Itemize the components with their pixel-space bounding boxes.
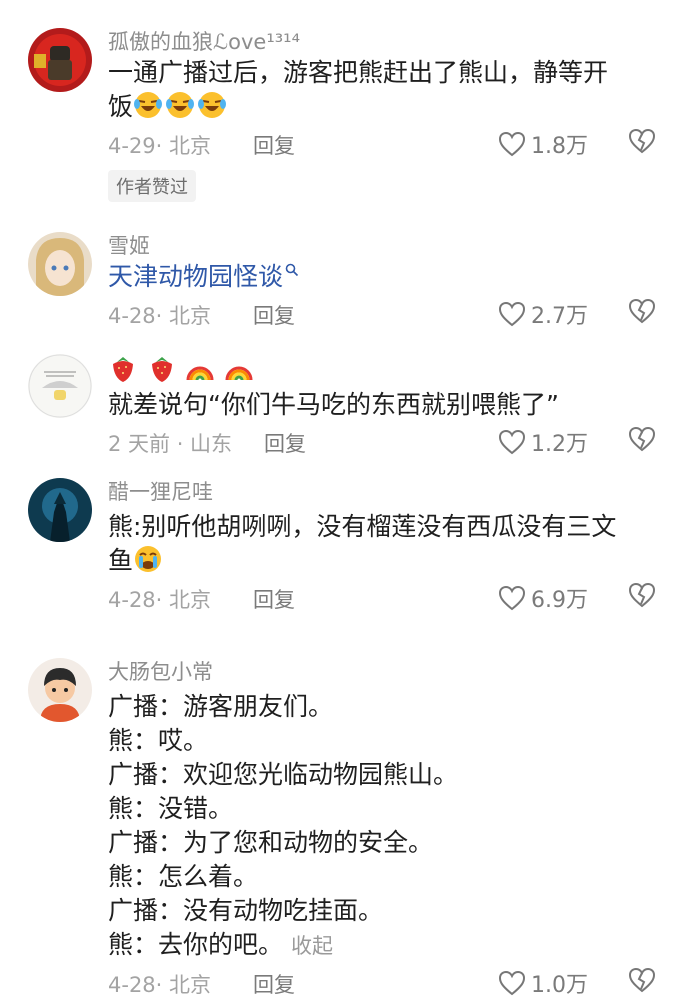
username[interactable]: 雪姬 (108, 232, 670, 260)
broken-heart-icon (628, 298, 656, 324)
search-icon (285, 263, 299, 277)
broken-heart-icon (628, 582, 656, 608)
date-location: 4-29· 北京 (108, 134, 212, 158)
strawberry-emoji-icon (108, 354, 138, 384)
username[interactable] (108, 354, 670, 382)
like-count: 1.0万 (531, 973, 588, 998)
username[interactable]: 孤傲的血狼ℒove¹³¹⁴ (108, 28, 670, 56)
laughing-crying-emoji-icon (165, 90, 195, 120)
rainbow-emoji-icon (224, 354, 254, 384)
comment-meta: 4-28· 北京 回复 6.9万 (108, 578, 670, 618)
username[interactable]: 大肠包小常 (108, 658, 670, 686)
comment-meta: 4-28· 北京 回复 2.7万 (108, 294, 670, 334)
avatar[interactable] (28, 354, 92, 418)
date-location: 4-28· 北京 (108, 304, 212, 328)
broken-heart-icon (628, 128, 656, 154)
heart-icon (498, 429, 526, 455)
like-count: 1.8万 (531, 134, 588, 159)
comment-meta: 4-29· 北京 回复 1.8万 (108, 124, 670, 164)
broken-heart-icon (628, 967, 656, 993)
like-button[interactable]: 1.8万 (498, 128, 588, 160)
avatar[interactable] (28, 232, 92, 296)
laughing-crying-emoji-icon (197, 90, 227, 120)
avatar-image (28, 354, 92, 418)
date-location: 2 天前 · 山东 (108, 432, 233, 456)
avatar[interactable] (28, 28, 92, 92)
username[interactable]: 醋一狸尼哇 (108, 478, 670, 506)
comment-text: 熊:别听他胡咧咧，没有榴莲没有西瓜没有三文 鱼 (108, 512, 617, 575)
reply-button[interactable]: 回复 (253, 130, 295, 160)
comment-meta: 4-28· 北京 回复 1.0万 (108, 963, 670, 1003)
date-location: 4-28· 北京 (108, 973, 212, 997)
heart-icon (498, 970, 526, 996)
author-liked-badge: 作者赞过 (108, 170, 196, 202)
like-count: 6.9万 (531, 588, 588, 613)
dislike-button[interactable] (628, 967, 656, 997)
comment-text: 一通广播过后，游客把熊赶出了熊山，静等开 饭 (108, 58, 609, 121)
like-button[interactable]: 2.7万 (498, 298, 588, 330)
date-location: 4-28· 北京 (108, 588, 212, 612)
laughing-crying-emoji-icon (133, 90, 163, 120)
rainbow-emoji-icon (185, 354, 215, 384)
comment-text: 广播：游客朋友们。 熊：哎。 广播：欢迎您光临动物园熊山。 熊：没错。 广播：为… (108, 692, 459, 959)
reply-button[interactable]: 回复 (264, 428, 306, 458)
comment-text: 天津动物园怪谈 (108, 260, 670, 294)
heart-icon (498, 301, 526, 327)
strawberry-emoji-icon (147, 354, 177, 384)
heart-icon (498, 131, 526, 157)
avatar-image (28, 478, 92, 542)
dislike-button[interactable] (628, 426, 656, 456)
comment-text: 就差说句“你们牛马吃的东西就别喂熊了” (108, 390, 559, 419)
like-button[interactable]: 1.2万 (498, 426, 588, 458)
dislike-button[interactable] (628, 582, 656, 612)
dislike-button[interactable] (628, 128, 656, 158)
comment-meta: 2 天前 · 山东 回复 1.2万 (108, 422, 670, 462)
reply-button[interactable]: 回复 (253, 584, 295, 614)
like-count: 1.2万 (531, 432, 588, 457)
avatar[interactable] (28, 478, 92, 542)
like-button[interactable]: 1.0万 (498, 967, 588, 999)
avatar-image (28, 658, 92, 722)
avatar-image (28, 232, 92, 296)
like-button[interactable]: 6.9万 (498, 582, 588, 614)
avatar-image (28, 28, 92, 92)
search-link[interactable]: 天津动物园怪谈 (108, 260, 670, 294)
broken-heart-icon (628, 426, 656, 452)
like-count: 2.7万 (531, 304, 588, 329)
crying-emoji-icon (133, 544, 163, 574)
reply-button[interactable]: 回复 (253, 969, 295, 999)
dislike-button[interactable] (628, 298, 656, 328)
heart-icon (498, 585, 526, 611)
avatar[interactable] (28, 658, 92, 722)
reply-button[interactable]: 回复 (253, 300, 295, 330)
collapse-button[interactable]: 收起 (291, 934, 333, 958)
